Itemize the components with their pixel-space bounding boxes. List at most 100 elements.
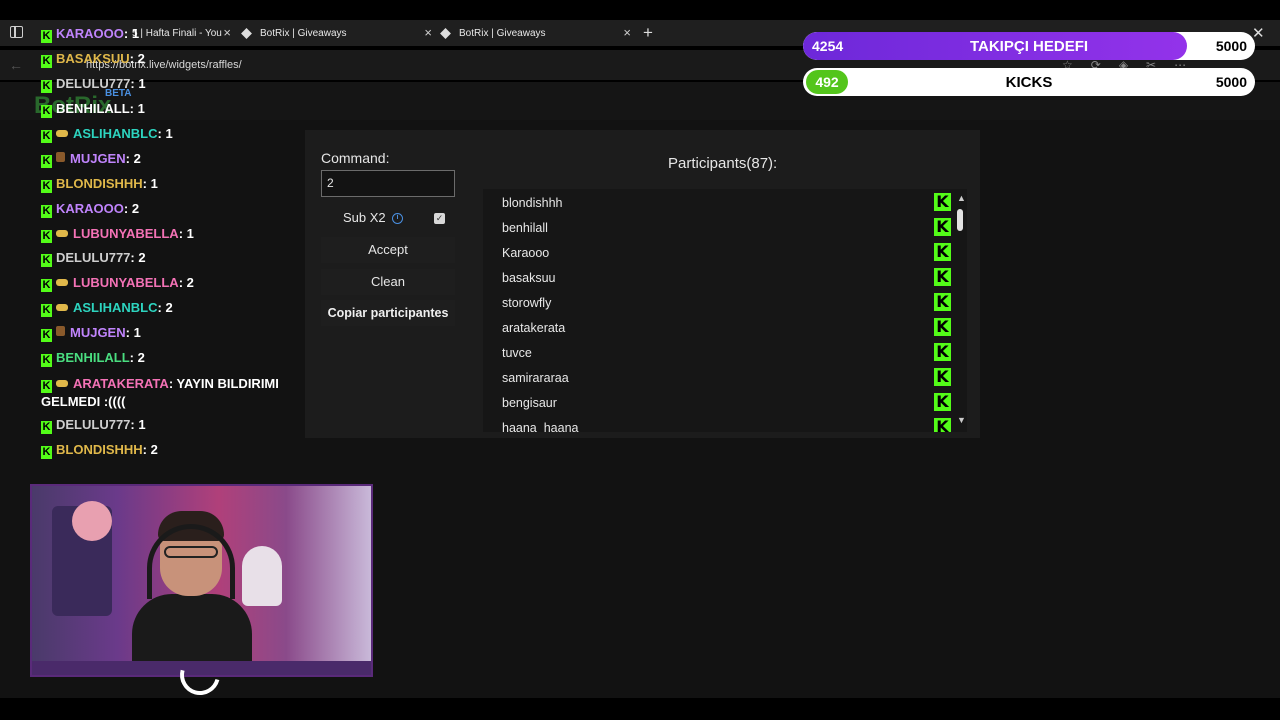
kick-badge-icon: K	[41, 421, 52, 434]
participant-name: aratakerata	[502, 321, 566, 335]
clean-button[interactable]: Clean	[321, 269, 455, 295]
close-icon[interactable]: ×	[623, 25, 631, 40]
accept-button[interactable]: Accept	[321, 237, 455, 263]
participants-list[interactable]: blondishhh Kbenhilall K Karaooo Kbasaksuu Kst…	[483, 189, 967, 432]
participant-name: Karaooo	[502, 246, 550, 260]
tab-label: BotRix | Giveaways	[459, 27, 546, 39]
chat-message: K MUJGEN: 2	[41, 151, 141, 168]
kicks-goal-label: KICKS	[1005, 74, 1053, 91]
chat-text: 2	[131, 201, 140, 216]
participant-row[interactable]: blondishhh K	[502, 191, 952, 216]
new-tab-plus-icon[interactable]: +	[643, 23, 653, 43]
chat-separator: :	[142, 442, 151, 457]
chat-text: 1	[138, 76, 146, 91]
kick-badge-icon: K	[41, 180, 52, 193]
chat-separator: :	[168, 376, 177, 391]
subscriber-badge-icon	[56, 130, 68, 137]
kick-platform-icon: K	[934, 393, 951, 411]
participant-row[interactable]: tuvce K	[502, 341, 952, 366]
sub-x2-label: Sub X2	[343, 210, 386, 225]
command-label: Command:	[321, 150, 390, 166]
follower-goal-target: 5000	[1215, 38, 1247, 54]
command-input[interactable]: 2	[321, 170, 455, 197]
participant-row[interactable]: basaksuu K	[502, 266, 952, 291]
chat-username: LUBUNYABELLA	[73, 226, 179, 241]
chat-text: 1	[131, 26, 140, 41]
participant-name: tuvce	[502, 346, 532, 360]
chat-separator: :	[129, 51, 138, 66]
window-close-icon[interactable]: ✕	[1252, 24, 1265, 42]
chat-message: K BENHILALL: 1	[41, 101, 145, 118]
kick-platform-icon: K	[934, 193, 951, 211]
chat-username: ARATAKERATA	[73, 376, 169, 391]
scrollbar-thumb[interactable]	[957, 209, 963, 231]
chat-username: BLONDISHHH	[56, 176, 143, 191]
kick-badge-icon: K	[41, 55, 52, 68]
kick-badge-icon: K	[41, 329, 52, 342]
chat-message: K KARAOOO: 2	[41, 201, 139, 218]
chat-text: 2	[133, 151, 141, 166]
chat-username: DELULU777	[56, 250, 131, 265]
founder-badge-icon	[56, 326, 65, 336]
kick-badge-icon: K	[41, 279, 52, 292]
tab-botrix-2[interactable]: BotRix | Giveaways ×	[440, 20, 635, 46]
chat-text: 1	[133, 325, 141, 340]
participant-row[interactable]: storowfly K	[502, 291, 952, 316]
chat-text: 1	[150, 176, 158, 191]
chat-message: K MUJGEN: 1	[41, 325, 141, 342]
chat-separator: :	[125, 325, 134, 340]
chat-message: K LUBUNYABELLA: 1	[41, 226, 194, 243]
follower-goal-label: TAKIPÇI HEDEFI	[969, 38, 1089, 55]
participants-title: Participants(87):	[668, 155, 778, 172]
info-icon[interactable]: i	[392, 213, 403, 224]
participant-name: storowfly	[502, 296, 552, 310]
participant-row[interactable]: benhilall K	[502, 216, 952, 241]
close-icon[interactable]: ×	[424, 25, 432, 40]
kick-badge-icon: K	[41, 354, 52, 367]
participant-row[interactable]: aratakerata K	[502, 316, 952, 341]
scroll-down-arrow-icon[interactable]: ▼	[957, 415, 966, 425]
follower-goal-bar: 4254 TAKIPÇI HEDEFI 5000	[803, 32, 1255, 60]
screen: 5 | Hafta Finali - You × BotRix | Giveaw…	[0, 0, 1280, 720]
chat-text: 2	[138, 250, 146, 265]
participant-row[interactable]: samirararaa K	[502, 366, 952, 391]
streamer	[132, 506, 252, 675]
participant-name: basaksuu	[502, 271, 556, 285]
chat-username: DELULU777	[56, 417, 131, 432]
participant-row[interactable]: haana_haana K	[502, 416, 952, 432]
chat-username: DELULU777	[56, 76, 131, 91]
participant-row[interactable]: bengisaur K	[502, 391, 952, 416]
kick-badge-icon: K	[41, 380, 52, 393]
chat-message: K DELULU777: 1	[41, 76, 146, 93]
chat-separator: :	[178, 226, 187, 241]
participant-row[interactable]: Karaooo K	[502, 241, 952, 266]
chat-message: K ASLIHANBLC: 2	[41, 300, 173, 317]
chat-username: KARAOOO	[56, 201, 124, 216]
kick-badge-icon: K	[41, 230, 52, 243]
chat-username: BLONDISHHH	[56, 442, 143, 457]
participant-name: blondishhh	[502, 196, 563, 210]
kick-badge-icon: K	[41, 130, 52, 143]
kick-badge-icon: K	[41, 80, 52, 93]
chat-text: 2	[150, 442, 158, 457]
scroll-up-arrow-icon[interactable]: ▲	[957, 193, 966, 203]
kick-badge-icon: K	[41, 155, 52, 168]
chat-separator: :	[129, 350, 138, 365]
chat-username: ASLIHANBLC	[73, 300, 158, 315]
chat-username: ASLIHANBLC	[73, 126, 158, 141]
kick-platform-icon: K	[934, 368, 951, 386]
kick-platform-icon: K	[934, 293, 951, 311]
chat-username: BASAKSUU	[56, 51, 130, 66]
chat-separator: :	[123, 26, 132, 41]
copy-participants-button[interactable]: Copiar participantes	[321, 300, 455, 326]
subscriber-badge-icon	[56, 279, 68, 286]
participant-name: samirararaa	[502, 371, 569, 385]
kick-platform-icon: K	[934, 218, 951, 236]
raffle-widget: Command: 2 Sub X2 i ✓ Accept Clean Copia…	[305, 130, 980, 438]
chat-separator: :	[125, 151, 134, 166]
chat-separator: :	[142, 176, 151, 191]
sub-x2-checkbox[interactable]: ✓	[434, 213, 445, 224]
kick-platform-icon: K	[934, 268, 951, 286]
kick-badge-icon: K	[41, 105, 52, 118]
kick-badge-icon: K	[41, 446, 52, 459]
